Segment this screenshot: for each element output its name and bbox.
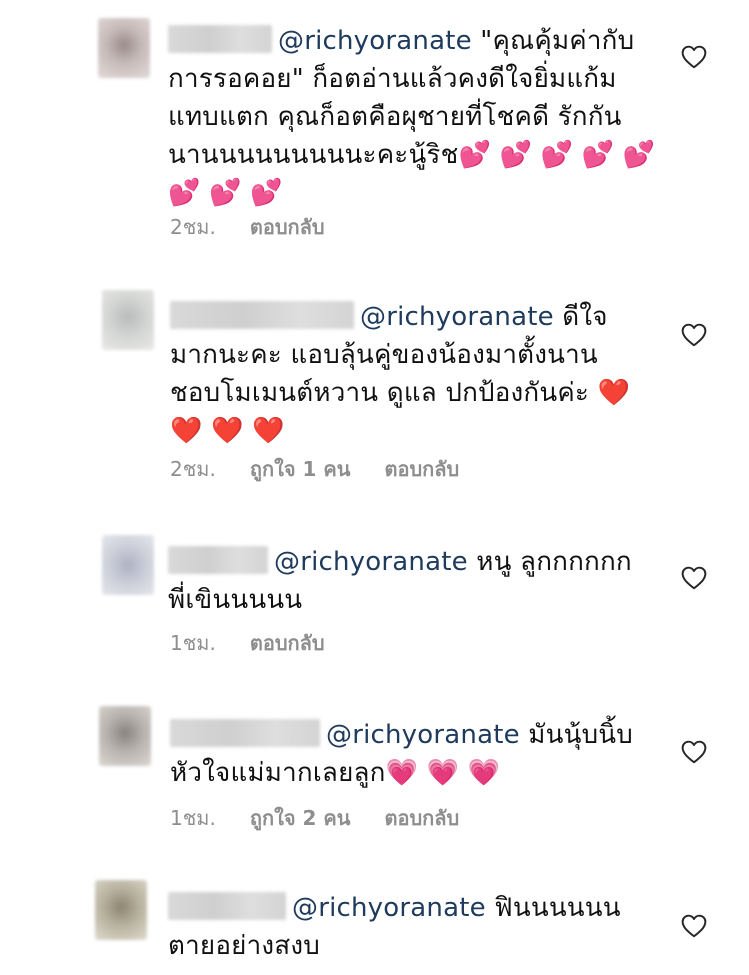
comment-meta: 2ชม. ตอบกลับ — [170, 215, 359, 239]
comment-line: พี่เขินนนนน — [168, 585, 303, 615]
comment-line: การรอคอย" ก็อตอ่านแล้วคงดีใจยิ่มแก้ม — [168, 64, 617, 94]
likes-count[interactable]: ถูกใจ 2 คน — [250, 806, 351, 830]
reply-button[interactable]: ตอบกลับ — [384, 806, 459, 830]
comment-text: @richyoranate ดีใจ มากนะคะ แอบลุ้นคู่ของ… — [170, 298, 670, 450]
comment-line: นานนนนนนนนนะคะนู้ริช — [168, 140, 459, 170]
reply-button[interactable]: ตอบกลับ — [250, 215, 325, 239]
red-heart-emoji: ❤️ ❤️ ❤️ — [170, 416, 285, 446]
comment-time: 1ชม. — [170, 806, 216, 830]
comment-line: ดีใจ — [562, 302, 608, 332]
reply-button[interactable]: ตอบกลับ — [250, 631, 325, 655]
heart-outline-icon[interactable] — [681, 45, 707, 69]
avatar[interactable] — [102, 535, 154, 595]
comment-meta: 1ชม. ตอบกลับ — [170, 631, 359, 655]
comment-text: @richyoranate ฟินนนนนน ตายอย่างสงบ — [168, 889, 668, 965]
mention-link[interactable]: @richyoranate — [274, 547, 468, 577]
comment-line: แทบแตก คุณก็อตคือผุชายที่โชคดี รักกัน — [168, 102, 622, 132]
avatar[interactable] — [102, 290, 154, 350]
red-heart-emoji: ❤️ — [597, 378, 631, 408]
mention-link[interactable]: @richyoranate — [360, 302, 554, 332]
username-blurred[interactable] — [168, 25, 272, 53]
comment-time: 2ชม. — [170, 457, 216, 481]
two-hearts-emoji: 💕 💕 💕 💕 💕 — [458, 140, 656, 170]
heart-outline-icon[interactable] — [681, 323, 707, 347]
likes-count[interactable]: ถูกใจ 1 คน — [250, 457, 351, 481]
comment-meta: 2ชม. ถูกใจ 1 คน ตอบกลับ — [170, 457, 493, 481]
comment-meta: 1ชม. ถูกใจ 2 คน ตอบกลับ — [170, 806, 493, 830]
comment-line: ชอบโมเมนต์หวาน ดูแล ปกป้องกันค่ะ — [170, 378, 590, 408]
avatar[interactable] — [95, 880, 147, 940]
username-blurred[interactable] — [170, 301, 354, 329]
comment-line: ฟินนนนนน — [494, 893, 621, 923]
comment-line: มากนะคะ แอบลุ้นคู่ของน้องมาตั้งนาน — [170, 340, 598, 370]
heart-outline-icon[interactable] — [681, 914, 707, 938]
comment-text: @richyoranate หนู ลูกกกกกก พี่เขินนนนน — [168, 543, 668, 619]
mention-link[interactable]: @richyoranate — [326, 720, 520, 750]
comment-time: 1ชม. — [170, 631, 216, 655]
comment-line: ตายอย่างสงบ — [168, 931, 320, 961]
username-blurred[interactable] — [170, 719, 320, 747]
comment-time: 2ชม. — [170, 215, 216, 239]
comment-line: หัวใจแม่มากเลยลูก — [170, 758, 386, 788]
avatar[interactable] — [98, 18, 150, 78]
mention-link[interactable]: @richyoranate — [292, 893, 486, 923]
avatar[interactable] — [99, 706, 151, 766]
username-blurred[interactable] — [168, 892, 286, 920]
comment-text: @richyoranate มันนุ้บนิ้บ หัวใจแม่มากเลย… — [170, 716, 670, 792]
comment-line: "คุณคุ้มค่ากับ — [480, 26, 635, 56]
reply-button[interactable]: ตอบกลับ — [384, 457, 459, 481]
heart-outline-icon[interactable] — [681, 740, 707, 764]
comment-line: หนู ลูกกกกกก — [476, 547, 632, 577]
comment-text: @richyoranate "คุณคุ้มค่ากับ การรอคอย" ก… — [168, 22, 668, 212]
comment-line: มันนุ้บนิ้บ — [528, 720, 633, 750]
mention-link[interactable]: @richyoranate — [278, 26, 472, 56]
username-blurred[interactable] — [168, 546, 268, 574]
two-hearts-emoji: 💕 💕 💕 — [168, 178, 283, 208]
heart-outline-icon[interactable] — [681, 566, 707, 590]
growing-heart-emoji: 💗 💗 💗 — [385, 758, 501, 788]
